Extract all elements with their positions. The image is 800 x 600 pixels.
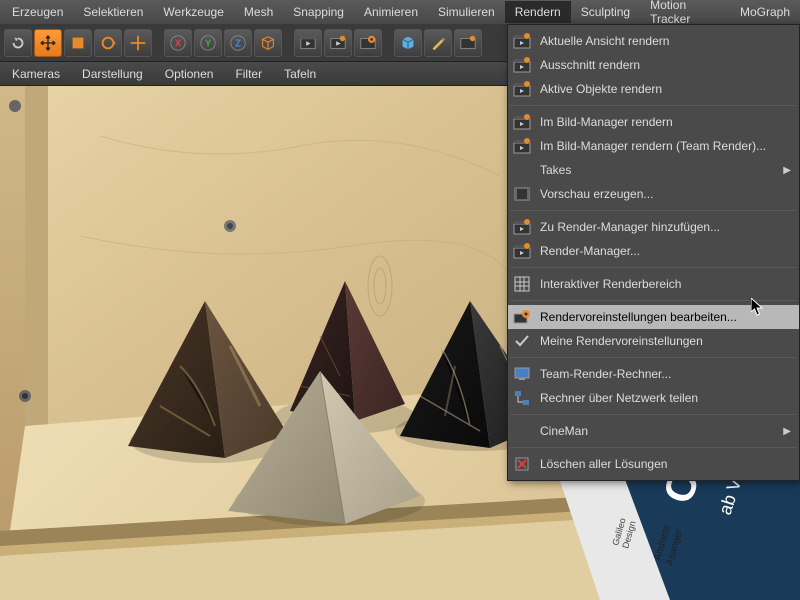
render-pv[interactable] <box>324 29 352 57</box>
menuitem-vorschau-erzeugen[interactable]: Vorschau erzeugen... <box>508 182 799 206</box>
menuitem-label: Interaktiver Renderbereich <box>540 277 681 291</box>
tool-scale[interactable] <box>64 29 92 57</box>
menuitem-label: Zu Render-Manager hinzufügen... <box>540 220 720 234</box>
menuitem-render-manager[interactable]: Render-Manager... <box>508 239 799 263</box>
del-icon <box>512 454 532 474</box>
menuitem-interaktiver-renderbereich[interactable]: Interaktiver Renderbereich <box>508 272 799 296</box>
clap-icon <box>512 241 532 261</box>
menu-separator <box>510 414 797 415</box>
render-view[interactable] <box>294 29 322 57</box>
viewmenu-filter[interactable]: Filter <box>235 67 262 81</box>
tool-move[interactable] <box>34 29 62 57</box>
add-cube[interactable] <box>394 29 422 57</box>
menuitem-label: Takes <box>540 163 571 177</box>
menuitem-label: Team-Render-Rechner... <box>540 367 671 381</box>
menuitem-label: Meine Rendervoreinstellungen <box>540 334 703 348</box>
menuitem-zu-render-manager-hinzuf-gen[interactable]: Zu Render-Manager hinzufügen... <box>508 215 799 239</box>
menuitem-label: Aktive Objekte rendern <box>540 82 662 96</box>
coord-system[interactable] <box>254 29 282 57</box>
tool-undo[interactable] <box>4 29 32 57</box>
menuitem-takes[interactable]: Takes ▶ <box>508 158 799 182</box>
clap-icon <box>512 112 532 132</box>
viewmenu-optionen[interactable]: Optionen <box>165 67 214 81</box>
menu-werkzeuge[interactable]: Werkzeuge <box>153 1 233 23</box>
menuitem-label: Render-Manager... <box>540 244 640 258</box>
submenu-arrow-icon: ▶ <box>783 165 791 176</box>
menu-sculpting[interactable]: Sculpting <box>571 1 640 23</box>
net-icon <box>512 388 532 408</box>
menu-separator <box>510 267 797 268</box>
clap-icon <box>512 217 532 237</box>
main-menubar: ErzeugenSelektierenWerkzeugeMeshSnapping… <box>0 0 800 24</box>
tool-rotate[interactable] <box>94 29 122 57</box>
menuitem-label: CineMan <box>540 424 588 438</box>
mon-icon <box>512 364 532 384</box>
viewmenu-tafeln[interactable]: Tafeln <box>284 67 316 81</box>
menu-separator <box>510 105 797 106</box>
menuitem-rechner-ber-netzwerk-teilen[interactable]: Rechner über Netzwerk teilen <box>508 386 799 410</box>
menuitem-ausschnitt-rendern[interactable]: Ausschnitt rendern <box>508 53 799 77</box>
menu-separator <box>510 210 797 211</box>
menu-separator <box>510 300 797 301</box>
menuitem-im-bild-manager-rendern-team-render[interactable]: Im Bild-Manager rendern (Team Render)... <box>508 134 799 158</box>
clap-icon <box>512 55 532 75</box>
gear-icon <box>512 307 532 327</box>
menuitem-aktive-objekte-rendern[interactable]: Aktive Objekte rendern <box>508 77 799 101</box>
render-active[interactable] <box>454 29 482 57</box>
render-menu-dropdown: Aktuelle Ansicht rendern Ausschnitt rende… <box>507 24 800 481</box>
add-pen[interactable] <box>424 29 452 57</box>
clap-icon <box>512 136 532 156</box>
menu-mograph[interactable]: MoGraph <box>730 1 800 23</box>
tool-last[interactable] <box>124 29 152 57</box>
svg-text:X: X <box>175 38 182 49</box>
clap-icon <box>512 79 532 99</box>
menuitem-label: Rechner über Netzwerk teilen <box>540 391 698 405</box>
grid-icon <box>512 274 532 294</box>
menu-separator <box>510 447 797 448</box>
menuitem-label: Rendervoreinstellungen bearbeiten... <box>540 310 737 324</box>
menuitem-im-bild-manager-rendern[interactable]: Im Bild-Manager rendern <box>508 110 799 134</box>
viewmenu-darstellung[interactable]: Darstellung <box>82 67 143 81</box>
viewmenu-kameras[interactable]: Kameras <box>12 67 60 81</box>
menu-mesh[interactable]: Mesh <box>234 1 283 23</box>
axis-x-toggle[interactable]: X <box>164 29 192 57</box>
none-icon <box>512 160 532 180</box>
menuitem-label: Vorschau erzeugen... <box>540 187 653 201</box>
axis-z-toggle[interactable]: Z <box>224 29 252 57</box>
menu-animieren[interactable]: Animieren <box>354 1 428 23</box>
menuitem-aktuelle-ansicht-rendern[interactable]: Aktuelle Ansicht rendern <box>508 29 799 53</box>
menuitem-label: Im Bild-Manager rendern <box>540 115 673 129</box>
svg-text:Y: Y <box>205 38 212 49</box>
svg-text:Z: Z <box>235 38 241 49</box>
menu-snapping[interactable]: Snapping <box>283 1 354 23</box>
menuitem-label: Im Bild-Manager rendern (Team Render)... <box>540 139 766 153</box>
menuitem-rendervoreinstellungen-bearbeiten[interactable]: Rendervoreinstellungen bearbeiten... <box>508 305 799 329</box>
menuitem-label: Aktuelle Ansicht rendern <box>540 34 669 48</box>
menuitem-cineman[interactable]: CineMan ▶ <box>508 419 799 443</box>
menu-erzeugen[interactable]: Erzeugen <box>2 1 73 23</box>
menu-rendern[interactable]: Rendern <box>505 1 571 23</box>
submenu-arrow-icon: ▶ <box>783 426 791 437</box>
menu-simulieren[interactable]: Simulieren <box>428 1 505 23</box>
menuitem-team-render-rechner[interactable]: Team-Render-Rechner... <box>508 362 799 386</box>
render-settings[interactable] <box>354 29 382 57</box>
film-icon <box>512 184 532 204</box>
menu-selektieren[interactable]: Selektieren <box>73 1 153 23</box>
menuitem-l-schen-aller-l-sungen[interactable]: Löschen aller Lösungen <box>508 452 799 476</box>
menuitem-label: Ausschnitt rendern <box>540 58 640 72</box>
clap-icon <box>512 31 532 51</box>
menu-separator <box>510 357 797 358</box>
menuitem-label: Löschen aller Lösungen <box>540 457 667 471</box>
menuitem-meine-rendervoreinstellungen[interactable]: Meine Rendervoreinstellungen <box>508 329 799 353</box>
check-icon <box>512 331 532 351</box>
none-icon <box>512 421 532 441</box>
axis-y-toggle[interactable]: Y <box>194 29 222 57</box>
